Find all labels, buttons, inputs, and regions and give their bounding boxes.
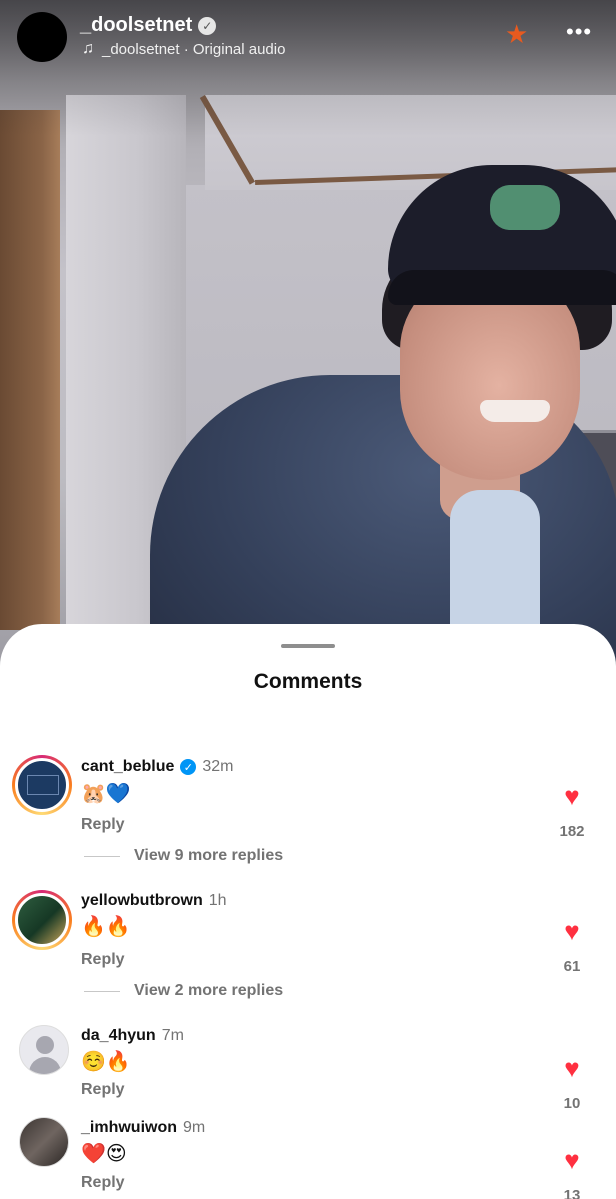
commenter-avatar[interactable]	[12, 890, 72, 950]
reply-button[interactable]: Reply	[81, 1174, 125, 1192]
verified-badge-icon: ✓	[198, 16, 217, 35]
commenter-username[interactable]: da_4hyun	[81, 1027, 156, 1045]
commenter-username[interactable]: yellowbutbrown	[81, 892, 203, 910]
sheet-title: Comments	[253, 670, 363, 693]
comment-text: 🔥🔥	[81, 914, 131, 938]
commenter-avatar[interactable]	[19, 1025, 69, 1075]
heart-icon[interactable]: ♥	[548, 1055, 596, 1081]
comment-time: 1h	[208, 892, 227, 909]
comment-text: ❤️😍	[81, 1141, 127, 1165]
audio-label[interactable]: _doolsetnet · Original audio	[102, 41, 285, 58]
reply-button[interactable]: Reply	[81, 951, 125, 969]
heart-icon[interactable]: ♥	[548, 783, 596, 809]
audio-info[interactable]: ♫ _doolsetnet · Original audio	[82, 40, 285, 58]
commenter-username[interactable]: cant_beblue	[81, 758, 174, 776]
comment-header: da_4hyun 7m	[81, 1027, 184, 1045]
author-username[interactable]: _doolsetnet ✓	[80, 14, 217, 37]
like-control[interactable]: ♥ 10	[548, 1055, 596, 1112]
commenter-username[interactable]: _imhwuiwon	[81, 1119, 177, 1137]
like-count: 10	[563, 1095, 581, 1112]
view-more-replies-label[interactable]: View 2 more replies	[134, 982, 283, 1000]
reel-header: _doolsetnet ✓ ♫ _doolsetnet · Original a…	[0, 0, 616, 80]
view-more-replies-label[interactable]: View 9 more replies	[134, 847, 283, 865]
comment-time: 32m	[202, 758, 234, 775]
comment-header: cant_beblue ✓ 32m	[81, 758, 233, 776]
video-frame[interactable]	[0, 0, 616, 680]
heart-icon[interactable]: ♥	[548, 1147, 596, 1173]
more-options-icon[interactable]: •••	[566, 21, 592, 43]
like-count: 61	[563, 958, 581, 975]
heart-icon[interactable]: ♥	[548, 918, 596, 944]
comment-time: 9m	[183, 1119, 206, 1136]
author-avatar[interactable]	[17, 12, 67, 62]
like-count: 13	[563, 1187, 581, 1199]
like-control[interactable]: ♥ 13	[548, 1147, 596, 1199]
view-more-replies[interactable]: View 9 more replies	[84, 847, 283, 865]
like-control[interactable]: ♥ 182	[548, 783, 596, 840]
view-more-replies[interactable]: View 2 more replies	[84, 982, 283, 1000]
reply-button[interactable]: Reply	[81, 1081, 125, 1099]
divider	[84, 855, 120, 857]
top-shade	[0, 0, 616, 680]
like-control[interactable]: ♥ 61	[548, 918, 596, 975]
comment-text: ☺️🔥	[81, 1049, 131, 1073]
drag-handle[interactable]	[281, 644, 335, 648]
divider	[84, 990, 120, 992]
commenter-avatar[interactable]	[12, 755, 72, 815]
verified-badge-icon: ✓	[180, 759, 197, 775]
star-icon[interactable]: ★	[505, 21, 528, 47]
commenter-avatar[interactable]	[19, 1117, 69, 1167]
comment-header: _imhwuiwon 9m	[81, 1119, 205, 1137]
comments-sheet: Comments cant_beblue ✓ 32m 🐹💙 Reply ♥ 18…	[0, 624, 616, 1199]
comment-header: yellowbutbrown 1h	[81, 892, 227, 910]
music-note-icon: ♫	[82, 40, 94, 57]
comment-text: 🐹💙	[81, 781, 131, 805]
reply-button[interactable]: Reply	[81, 816, 125, 834]
comment-time: 7m	[161, 1027, 184, 1044]
author-username-text[interactable]: _doolsetnet	[80, 14, 192, 37]
like-count: 182	[559, 823, 585, 840]
